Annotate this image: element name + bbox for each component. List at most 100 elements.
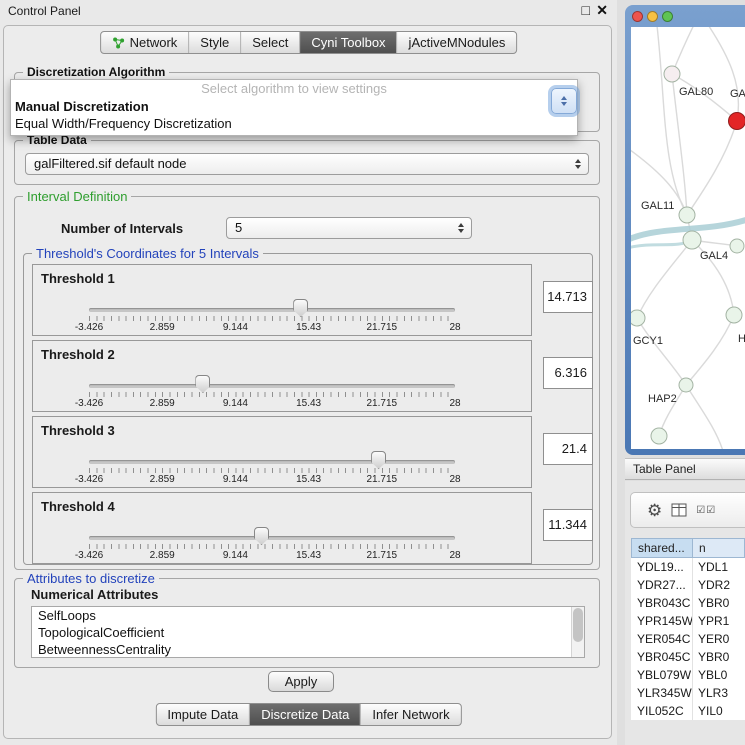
table-cell-shared-name[interactable]: YBL079W [631,666,693,684]
tab-select[interactable]: Select [241,32,300,53]
attribute-item[interactable]: TopologicalCoefficient [32,624,584,641]
gear-icon[interactable]: ⚙ [647,502,662,519]
traffic-lights [632,11,673,22]
minimize-light-icon[interactable] [647,11,658,22]
tab-jactivemnodules[interactable]: jActiveMNodules [398,32,517,53]
node-label-hap2: HAP2 [648,393,677,405]
table-cell-name[interactable]: YPR1 [693,612,745,630]
algorithm-combo-stepper[interactable] [551,88,577,114]
slider-scale-label: 21.715 [367,550,398,561]
table-cell-shared-name[interactable]: YPR145W [631,612,693,630]
table-cell-name[interactable]: YIL0 [693,702,745,720]
tab-impute-data[interactable]: Impute Data [156,704,250,725]
table-cell-name[interactable]: YDL1 [693,558,745,576]
threshold-label: Threshold 2 [41,347,115,362]
zoom-light-icon[interactable] [662,11,673,22]
threshold-slider[interactable]: -3.4262.8599.14415.4321.71528 [89,447,455,487]
tab-infer-network[interactable]: Infer Network [361,704,460,725]
slider-scale-label: 15.43 [296,322,321,333]
table-cell-name[interactable]: YBL0 [693,666,745,684]
table-header-row: shared... n [631,538,745,558]
threshold-value-input[interactable]: 11.344 [543,509,593,541]
attribute-item[interactable]: BetweennessCentrality [32,641,584,658]
slider-scale-label: 2.859 [150,550,175,561]
num-intervals-combobox[interactable]: 5 [226,217,472,239]
table-panel-title: Table Panel [625,458,745,480]
table-row[interactable]: YDR27...YDR2 [631,576,745,594]
threshold-value-input[interactable]: 6.316 [543,357,593,389]
interval-definition-group: Interval Definition Number of Intervals … [14,196,600,570]
attributes-listbox[interactable]: SelfLoopsTopologicalCoefficientBetweenne… [31,606,585,658]
table-cell-shared-name[interactable]: YLR345W [631,684,693,702]
table-cell-shared-name[interactable]: YBR045C [631,648,693,666]
dropdown-option-equal-width[interactable]: Equal Width/Frequency Discretization [11,115,577,132]
tab-cyni-toolbox[interactable]: Cyni Toolbox [300,32,397,53]
table-cell-name[interactable]: YER0 [693,630,745,648]
columns-icon[interactable] [671,503,687,517]
listbox-scrollbar[interactable] [571,607,584,657]
table-row[interactable]: YIL052CYIL0 [631,702,745,720]
table-cell-name[interactable]: YBR0 [693,648,745,666]
combo-arrows-icon [575,159,581,169]
table-rows: YDL19...YDL1YDR27...YDR2YBR043CYBR0YPR14… [631,558,745,720]
table-cell-name[interactable]: YBR0 [693,594,745,612]
tab-network[interactable]: Network [101,32,190,53]
network-node-gcy1[interactable] [631,310,645,326]
slider-scale-label: 15.43 [296,550,321,561]
slider-scale-label: 2.859 [150,474,175,485]
threshold-slider[interactable]: -3.4262.8599.14415.4321.71528 [89,371,455,411]
node-table: shared... n YDL19...YDL1YDR27...YDR2YBR0… [631,538,745,720]
network-graph: GAL80 GA GAL11 GAL4 GCY1 H HAP2 [631,27,745,449]
table-row[interactable]: YPR145WYPR1 [631,612,745,630]
table-row[interactable]: YLR345WYLR3 [631,684,745,702]
table-row[interactable]: YBR045CYBR0 [631,648,745,666]
table-cell-shared-name[interactable]: YDR27... [631,576,693,594]
column-header-shared-name[interactable]: shared... [631,538,693,558]
network-node[interactable] [730,239,744,253]
table-cell-name[interactable]: YLR3 [693,684,745,702]
threshold-panel-3: Threshold 3 -3.4262.8599.14415.4321.7152… [32,416,532,488]
close-window-icon[interactable]: ✕ [596,2,608,19]
table-cell-shared-name[interactable]: YER054C [631,630,693,648]
top-tabbar: Network Style Select Cyni Toolbox jActiv… [100,31,518,54]
table-cell-shared-name[interactable]: YDL19... [631,558,693,576]
network-node[interactable] [651,428,667,444]
node-label-gal11: GAL11 [641,200,674,212]
network-node-selected[interactable] [729,113,745,130]
threshold-panel-4: Threshold 4 -3.4262.8599.14415.4321.7152… [32,492,532,564]
table-cell-shared-name[interactable]: YBR043C [631,594,693,612]
network-node-hap2[interactable] [679,378,693,392]
table-cell-shared-name[interactable]: YIL052C [631,702,693,720]
table-row[interactable]: YBL079WYBL0 [631,666,745,684]
network-icon [112,37,125,49]
table-row[interactable]: YER054CYER0 [631,630,745,648]
table-data-combobox-value: galFiltered.sif default node [34,156,186,171]
slider-scale-label: -3.426 [75,322,103,333]
network-node-gal11[interactable] [679,207,695,223]
threshold-value-input[interactable]: 14.713 [543,281,593,313]
column-header-name[interactable]: n [693,538,745,558]
network-node[interactable] [726,307,742,323]
table-cell-name[interactable]: YDR2 [693,576,745,594]
dropdown-option-manual-discretization[interactable]: Manual Discretization [11,98,577,115]
attribute-item[interactable]: SelfLoops [32,607,584,624]
network-node-gal4[interactable] [683,231,701,249]
slider-scale-label: -3.426 [75,474,103,485]
float-window-icon[interactable]: □ [582,2,590,18]
threshold-slider[interactable]: -3.4262.8599.14415.4321.71528 [89,295,455,335]
slider-scale-label: 28 [449,550,460,561]
network-canvas[interactable]: GAL80 GA GAL11 GAL4 GCY1 H HAP2 [631,27,745,449]
tab-style[interactable]: Style [189,32,241,53]
table-row[interactable]: YBR043CYBR0 [631,594,745,612]
threshold-value-input[interactable]: 21.4 [543,433,593,465]
apply-button[interactable]: Apply [268,671,334,692]
network-node[interactable] [664,66,680,82]
table-row[interactable]: YDL19...YDL1 [631,558,745,576]
table-data-combobox[interactable]: galFiltered.sif default node [25,153,589,175]
checkbox-icons[interactable]: ☑☑ [696,505,716,516]
threshold-slider[interactable]: -3.4262.8599.14415.4321.71528 [89,523,455,563]
close-light-icon[interactable] [632,11,643,22]
listbox-scrollbar-thumb[interactable] [573,608,583,642]
node-label-ga-cut: GA [730,88,745,100]
tab-discretize-data[interactable]: Discretize Data [250,704,361,725]
